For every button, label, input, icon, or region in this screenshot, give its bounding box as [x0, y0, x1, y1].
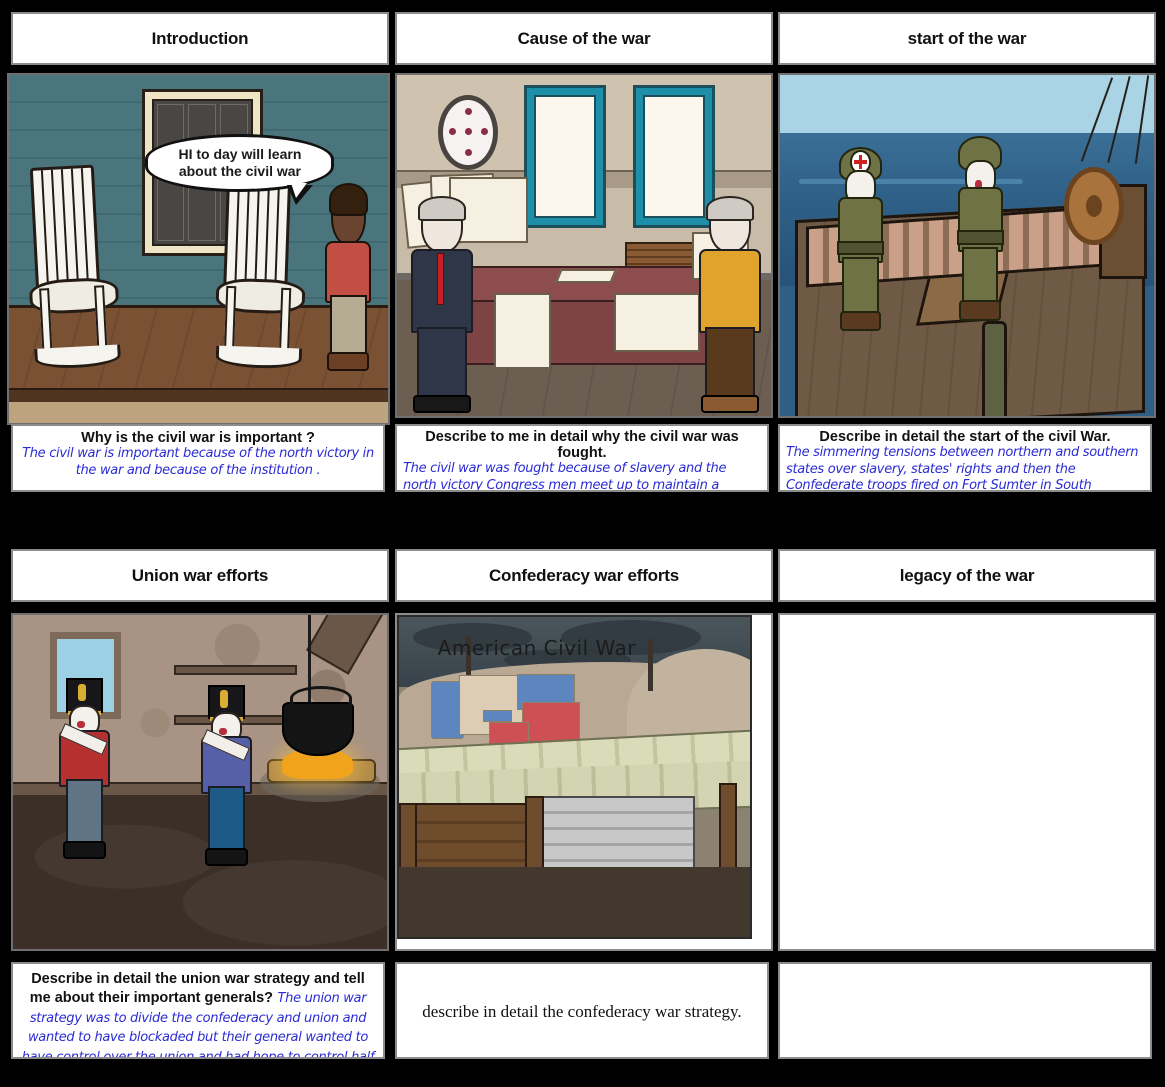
caption-question: Describe in detail the start of the civi… [819, 429, 1111, 445]
caption-answer: The civil war was fought because of slav… [403, 461, 727, 492]
caption-question: describe in detail the confederacy war s… [422, 1001, 742, 1021]
storyboard: Introduction Cause of the war start of t… [0, 0, 1165, 1087]
scene-empty-legacy[interactable] [778, 613, 1156, 951]
speech-bubble-text: HI to day will learn about the civil war [178, 146, 302, 179]
panel-title-cause-of-the-war[interactable]: Cause of the war [395, 12, 773, 65]
caption-question: Why is the civil war is important ? [81, 430, 315, 446]
mooring-post [981, 320, 1007, 416]
caption-union-war-efforts[interactable]: Describe in detail the union war strateg… [11, 962, 385, 1059]
sky [780, 75, 1154, 137]
character-man-suit [408, 195, 474, 414]
character-medic-soldier [836, 146, 885, 331]
map-border-state [483, 710, 512, 722]
panel-title-start-of-the-war[interactable]: start of the war [778, 12, 1156, 65]
trench-floor [399, 866, 751, 937]
caption-cause-of-the-war[interactable]: Describe to me in detail why the civil w… [395, 424, 769, 492]
caption-introduction[interactable]: Why is the civil war is important ? The … [11, 424, 385, 492]
paper-sheet-left [494, 293, 551, 369]
wall-shelf-top [173, 665, 298, 676]
artwork-label: American Civil War [437, 636, 636, 661]
panel-title-introduction[interactable]: Introduction [11, 12, 389, 65]
caption-answer: The civil war is important because of th… [22, 446, 374, 478]
character-boy [324, 182, 372, 371]
speech-bubble-tail [287, 182, 314, 205]
scene-porch[interactable]: HI to day will learn about the civil war [7, 73, 390, 425]
panel-title-union-war-efforts[interactable]: Union war efforts [11, 549, 389, 602]
speech-bubble: HI to day will learn about the civil war [145, 134, 335, 205]
caption-question: Describe to me in detail why the civil w… [425, 429, 739, 462]
ground [9, 402, 388, 423]
panel-title-legacy-of-the-war[interactable]: legacy of the war [778, 549, 1156, 602]
scene-trench-map[interactable]: American Civil War [395, 613, 773, 951]
caption-start-of-the-war[interactable]: Describe in detail the start of the civi… [778, 424, 1152, 492]
burnt-tree-right [648, 639, 654, 691]
ships-wheel-icon [1064, 167, 1125, 246]
corrugated-wall [536, 796, 695, 871]
caption-answer: The simmering tensions between northern … [786, 445, 1139, 492]
panel-title-confederacy-war-efforts[interactable]: Confederacy war efforts [395, 549, 773, 602]
scene-barracks[interactable] [11, 613, 389, 951]
character-redcoat-soldier [58, 678, 110, 859]
character-union-soldier [200, 685, 252, 866]
rocking-chair-left [23, 163, 121, 370]
character-shouting-soldier [956, 136, 1004, 321]
trench-artwork: American Civil War [397, 615, 753, 939]
caption-confederacy-war-efforts[interactable]: describe in detail the confederacy war s… [395, 962, 769, 1059]
caption-legacy-of-the-war[interactable] [778, 962, 1152, 1059]
paper-on-desk [554, 269, 618, 284]
picture-frame-left [524, 85, 607, 229]
clock-icon [438, 95, 498, 171]
cauldron-icon [282, 685, 354, 756]
paper-sheet-right [613, 293, 701, 352]
scene-ship-deck[interactable] [778, 73, 1156, 418]
scene-office[interactable] [395, 73, 773, 418]
character-man-sweater [696, 195, 762, 414]
